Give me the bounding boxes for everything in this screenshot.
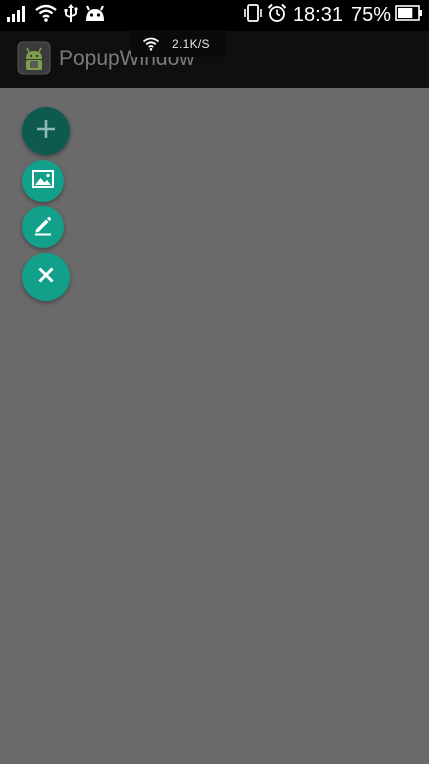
screen: 18:31 75% 2.1K/S PopupWindow <box>0 0 429 764</box>
wifi-icon <box>34 4 58 26</box>
android-app-icon[interactable] <box>17 41 51 75</box>
pencil-icon <box>32 214 54 240</box>
plus-icon <box>35 118 57 144</box>
add-button[interactable] <box>22 107 70 155</box>
android-debug-icon <box>84 4 106 26</box>
image-icon <box>32 170 54 192</box>
wifi-icon <box>142 37 160 51</box>
close-icon <box>37 266 55 288</box>
status-time: 18:31 <box>292 4 343 26</box>
vibrate-icon <box>243 3 263 27</box>
usb-icon <box>64 3 78 27</box>
network-speed-text: 2.1K/S <box>172 36 210 51</box>
signal-icon <box>6 4 28 26</box>
status-bar-right: 18:31 75% <box>243 2 423 28</box>
alarm-icon <box>267 3 287 27</box>
close-button[interactable] <box>22 253 70 301</box>
edit-button[interactable] <box>22 206 64 248</box>
content-area <box>0 88 429 764</box>
battery-percent: 75% <box>350 4 391 26</box>
network-speed-toast: 2.1K/S <box>131 30 226 57</box>
status-bar: 18:31 75% <box>0 0 429 31</box>
status-bar-left <box>6 3 106 27</box>
image-button[interactable] <box>22 160 64 202</box>
battery-icon <box>395 5 423 25</box>
